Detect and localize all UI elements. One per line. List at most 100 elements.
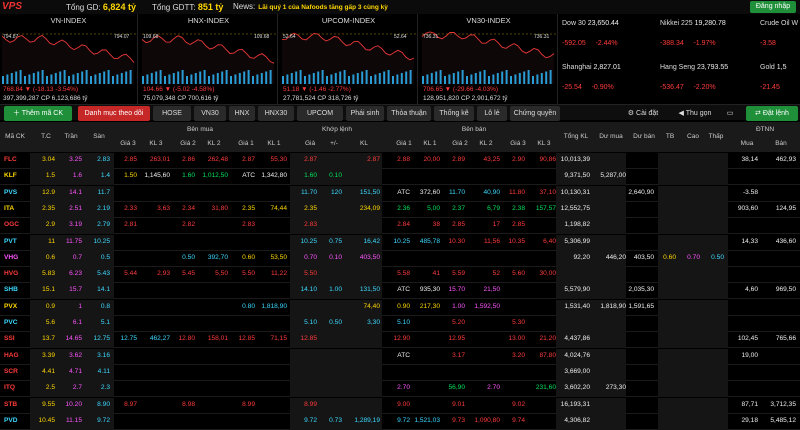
symbol-cell[interactable]: SSI (4, 335, 15, 342)
tab-thỏa-thuận[interactable]: Thỏa thuận (387, 106, 431, 121)
symbol-cell[interactable]: PVD (4, 417, 18, 424)
symbol-cell[interactable]: HAG (4, 352, 19, 359)
data-cell: 2.87 (304, 156, 317, 163)
tab-hnx[interactable]: HNX (229, 106, 255, 121)
add-symbol-button[interactable]: ＋ Thêm mã CK (4, 106, 72, 121)
table-row[interactable]: PVT 11 11.75 10.25 10.25 0.75 16,42 10.25 485,78… (0, 234, 800, 251)
table-row[interactable]: KLF 1.5 1.6 1.4 1.50 1,145,60 1.60 1,012,50 ATC 1… (0, 169, 800, 186)
market-name: Shanghai 2,827.01 (562, 64, 621, 71)
tab-upcom[interactable]: UPCOM (297, 106, 343, 121)
index-panel-vn30-index[interactable]: VN30-INDEX 736.31 736.31 706.65 ▼ (-29.66… (420, 14, 558, 111)
symbol-cell[interactable]: HVG (4, 270, 18, 277)
data-cell: 2.85 (512, 221, 525, 229)
data-cell: 6.23 (69, 270, 82, 278)
symbol-cell[interactable]: PVT (4, 238, 17, 245)
data-cell: 10,013,39 (560, 156, 590, 163)
place-order-button[interactable]: ⇄ Đặt lệnh (746, 106, 798, 121)
news-ticker[interactable]: News: Lãi quý 1 của Nafoods tăng gấp 3 cù… (233, 2, 388, 11)
table-row[interactable]: SHB 15.1 15.7 14.1 14.10 1.00 131,50 ATC 935,30 1… (0, 283, 800, 300)
tab-lô-lẻ[interactable]: Lô lẻ (477, 106, 507, 121)
tab-hnx30[interactable]: HNX30 (258, 106, 294, 121)
data-cell: 231,60 (535, 384, 556, 392)
data-cell: 1.4 (100, 172, 110, 180)
symbol-cell[interactable]: SHB (4, 286, 18, 293)
table-row[interactable]: SCR 4.41 4.71 4.11 3,669,00 (0, 364, 800, 381)
table-row[interactable]: SSI 13.7 14.65 12.75 12.75 462,27 12.80 158,01 1… (0, 332, 800, 349)
total-trade: Tổng GD: 6,824 tỷ (66, 2, 136, 12)
data-cell: 4,306,82 (564, 416, 590, 424)
svg-text:52.64: 52.64 (394, 34, 407, 40)
tab-vn30[interactable]: VN30 (194, 106, 226, 121)
data-cell: 969,50 (775, 286, 796, 294)
svg-text:794.87: 794.87 (3, 34, 19, 40)
data-cell: 11.75 (65, 237, 82, 245)
index-change: 104.66 ▼ (-5.02 -4.58%) (143, 86, 215, 93)
table-row[interactable]: HVG 5.83 6.23 5.43 5.44 2,93 5.45 5,50 5.50 11,22… (0, 267, 800, 284)
index-panel-upcom-index[interactable]: UPCOM-INDEX 52.64 52.64 51.18 ▼ (-1.46 -2… (280, 14, 418, 111)
symbol-cell[interactable]: VHG (4, 254, 18, 261)
data-cell: 0.8 (100, 302, 110, 310)
symbol-cell[interactable]: KLF (4, 172, 17, 179)
data-cell: 12.85 (238, 335, 255, 343)
symbol-cell[interactable]: PVC (4, 319, 18, 326)
data-cell: 12.85 (300, 335, 317, 343)
data-cell: 10.25 (393, 237, 410, 245)
tab-thống-kê[interactable]: Thống kê (434, 106, 474, 121)
tab-hose[interactable]: HOSE (153, 106, 191, 121)
data-cell: 5,287,00 (600, 172, 626, 180)
table-row[interactable]: ITA 2.35 2.51 2.19 2.33 3,63 2.34 31,80 2.35 74,4… (0, 201, 800, 218)
index-volume: 128,951,820 CP 2,901,672 tỷ (423, 95, 508, 102)
index-panel-vn-index[interactable]: VN-INDEX 794.87 794.07 768.84 ▼ (-18.13 -… (0, 14, 138, 111)
data-cell: 0.6 (45, 253, 55, 261)
table-row[interactable]: OGC 2.9 3.19 2.79 2.81 2.82 2.83 2.83 2.84 38 2.85… (0, 218, 800, 235)
tab-phái-sinh[interactable]: Phái sinh (346, 106, 384, 121)
symbol-cell[interactable]: STB (4, 401, 17, 408)
table-row[interactable]: STB 9.55 10.20 8.90 8.97 8.98 8.99 8.99 9.00 9.01… (0, 397, 800, 414)
table-row[interactable]: PVX 0.9 1 0.8 0.80 1,818,90 74,40 0.90 217,30 1.0… (0, 299, 800, 316)
collapse-button[interactable]: ◀ Thu gọn (672, 106, 718, 121)
symbol-cell[interactable]: SCR (4, 368, 18, 375)
data-cell: 2.35 (304, 204, 317, 212)
symbol-cell[interactable]: PVS (4, 189, 17, 196)
data-cell: 37,10 (539, 188, 556, 196)
tab-chứng-quyền[interactable]: Chứng quyền (510, 106, 560, 121)
login-button[interactable]: Đăng nhập (750, 1, 796, 13)
data-cell: 1,198,82 (564, 221, 590, 229)
table-row[interactable]: FLC 3.04 3.25 2.83 2.85 263,01 2.86 262,48 2.87 5… (0, 153, 800, 169)
data-cell: 2.7 (72, 384, 82, 392)
data-cell: 14.10 (300, 286, 317, 294)
table-row[interactable]: PVC 5.6 6.1 5.1 5.10 0.50 3,30 5.10 5.20 5.30 (0, 316, 800, 332)
tab-danh-mục-theo-dõi[interactable]: Danh mục theo dõi (78, 106, 150, 121)
data-cell: 2.37 (452, 204, 465, 212)
data-cell: 124,95 (775, 204, 796, 212)
index-panel-hnx-index[interactable]: HNX-INDEX 109.68 109.68 104.66 ▼ (-5.02 -… (140, 14, 278, 111)
table-row[interactable]: VHG 0.6 0.7 0.5 0.50 392,70 0.60 53,50 0.70 0.10 4… (0, 250, 800, 267)
data-cell: 20,00 (423, 156, 440, 163)
monitor-icon[interactable]: ▭ (726, 106, 734, 121)
settings-button[interactable]: ⚙ Cài đặt (622, 106, 664, 121)
symbol-cell[interactable]: OGC (4, 221, 19, 228)
column-header: KL (360, 140, 368, 147)
symbol-cell[interactable]: PVX (4, 303, 17, 310)
symbol-cell[interactable]: ITA (4, 205, 14, 212)
data-cell: 11,22 (270, 270, 287, 278)
data-cell: 8.99 (304, 400, 317, 408)
data-cell: 5.45 (182, 270, 195, 278)
data-cell: 5.50 (242, 270, 255, 278)
symbol-cell[interactable]: FLC (4, 156, 17, 163)
data-cell: 0.70 (304, 253, 317, 261)
table-row[interactable]: PVD 10.45 11.15 9.72 9.72 0.73 1,289,19 9.72 1,5… (0, 413, 800, 430)
symbol-cell[interactable]: ITQ (4, 384, 15, 391)
data-cell: 4,60 (745, 286, 758, 294)
data-cell: 263,01 (149, 156, 170, 163)
data-cell: 1.60 (182, 172, 195, 180)
data-cell: 13.00 (508, 335, 525, 343)
table-row[interactable]: HAG 3.39 3.62 3.16 ATC 3.17 3.20 87,80 4,024,76 1… (0, 348, 800, 365)
data-cell: 392,70 (207, 253, 228, 261)
table-row[interactable]: ITQ 2.5 2.7 2.3 2.70 56,90 2.70 231,60 3,602,20 2… (0, 381, 800, 398)
data-cell: 3,30 (367, 319, 380, 326)
table-row[interactable]: PVS 12.9 14.1 11.7 11.70 120 151,50 ATC 372,60 11… (0, 185, 800, 202)
index-title: HNX-INDEX (187, 16, 230, 25)
data-cell: 11.15 (65, 416, 82, 424)
data-cell: 2,93 (157, 270, 170, 278)
